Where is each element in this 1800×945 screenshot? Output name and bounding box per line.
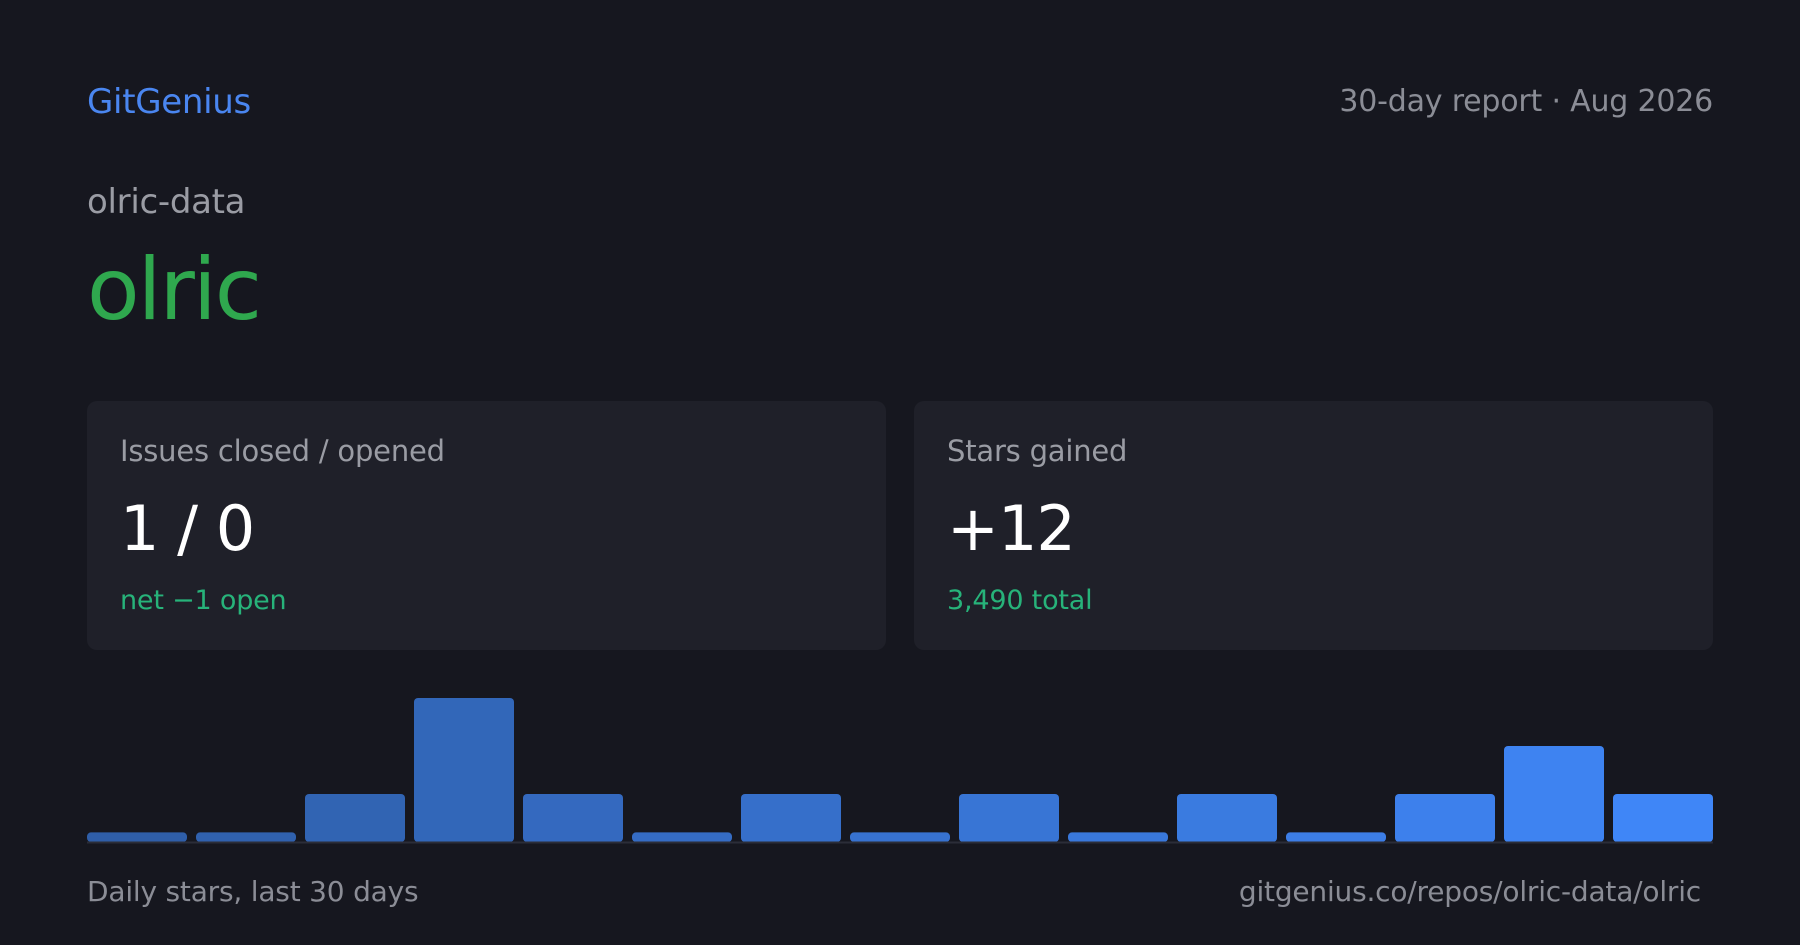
stars-value: +12 [947,492,1076,565]
chart-bar-10 [1068,832,1168,842]
chart-bar-8 [850,832,950,842]
chart-bar-4 [414,698,514,842]
repo-owner[interactable]: olric-data [87,180,246,224]
chart-bar-11 [1177,794,1277,842]
chart-bar-7 [741,794,841,842]
issues-value: 1 / 0 [120,492,255,565]
chart-bar-6 [632,832,732,842]
chart-caption: Daily stars, last 30 days [87,875,419,908]
chart-bar-5 [523,794,623,842]
chart-bar-12 [1286,832,1386,842]
repo-url[interactable]: gitgenius.co/repos/olric-data/olric [1239,872,1701,912]
chart-bar-2 [196,832,296,842]
report-period: 30-day report · Aug 2026 [1339,84,1713,119]
issues-net: net −1 open [120,585,287,616]
daily-stars-chart [87,698,1713,844]
chart-bar-9 [959,794,1059,842]
chart-bar-14 [1504,746,1604,842]
chart-bar-15 [1613,794,1713,842]
issues-label: Issues closed / opened [120,434,445,468]
chart-bar-13 [1395,794,1495,842]
stars-label: Stars gained [947,434,1128,468]
stars-card: Stars gained +12 3,490 total [914,401,1713,650]
report-page: GitGenius 30-day report · Aug 2026 olric… [87,0,1713,945]
chart-bar-3 [305,794,405,842]
chart-bar-1 [87,832,187,842]
brand-logo[interactable]: GitGenius [87,80,251,124]
stars-total: 3,490 total [947,585,1093,616]
repo-name[interactable]: olric [87,240,262,340]
issues-card: Issues closed / opened 1 / 0 net −1 open [87,401,886,650]
